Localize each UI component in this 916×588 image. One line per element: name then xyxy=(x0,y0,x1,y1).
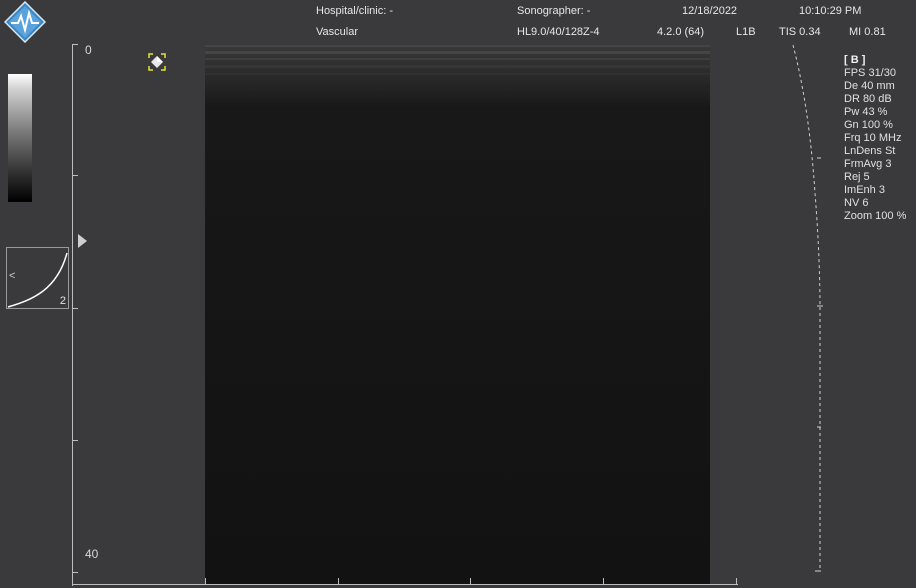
lateral-tick xyxy=(338,578,339,584)
lateral-tick xyxy=(205,578,206,584)
imaging-parameters: [ B ] FPS 31/30 De 40 mm DR 80 dB Pw 43 … xyxy=(844,54,906,223)
date-label: 12/18/2022 xyxy=(682,5,738,17)
probe-label: HL9.0/40/128Z-4 xyxy=(517,26,600,38)
depth-scale xyxy=(72,44,81,586)
heartbeat-logo-icon[interactable] xyxy=(4,1,46,43)
param-line: Pw 43 % xyxy=(844,106,888,118)
depth-label-bottom: 40 xyxy=(85,547,99,561)
grayscale-map-bar xyxy=(8,74,32,202)
focus-marker-icon[interactable] xyxy=(78,234,87,248)
depth-tick xyxy=(73,175,78,176)
param-line: Rej 5 xyxy=(844,171,870,183)
lateral-tick xyxy=(736,578,737,584)
curve-left-glyph: < xyxy=(9,270,16,282)
version-label: 4.2.0 (64) xyxy=(657,26,705,38)
mi-label: MI 0.81 xyxy=(849,26,886,38)
param-line: FPS 31/30 xyxy=(844,67,896,79)
sonographer-label: Sonographer: - xyxy=(517,5,591,17)
lateral-tick xyxy=(470,578,471,584)
param-line: DR 80 dB xyxy=(844,93,892,105)
tis-label: TIS 0.34 xyxy=(779,26,821,38)
gray-curve-icon xyxy=(7,252,68,308)
curve-number: 2 xyxy=(59,295,66,307)
lateral-tick xyxy=(603,578,604,584)
depth-tick xyxy=(73,440,78,441)
line-id-label: L1B xyxy=(736,26,756,38)
hospital-label: Hospital/clinic: - xyxy=(316,5,394,17)
probe-orientation-icon xyxy=(148,53,166,71)
ultrasound-image[interactable] xyxy=(205,43,710,585)
param-line: FrmAvg 3 xyxy=(844,158,892,170)
param-line: De 40 mm xyxy=(844,80,895,92)
status-bar: Hospital/clinic: - Sonographer: - 12/18/… xyxy=(0,0,916,43)
tgc-curve[interactable] xyxy=(785,43,830,583)
lateral-scale xyxy=(72,584,738,585)
gray-curve-box[interactable]: < 2 xyxy=(6,247,69,309)
depth-tick xyxy=(73,44,78,45)
time-label: 10:10:29 PM xyxy=(799,5,862,17)
param-line: ImEnh 3 xyxy=(844,184,885,196)
param-line: NV 6 xyxy=(844,197,869,209)
depth-tick xyxy=(73,308,78,309)
depth-tick xyxy=(73,572,78,573)
param-line: Gn 100 % xyxy=(844,119,893,131)
param-line: Zoom 100 % xyxy=(844,210,907,222)
param-line: LnDens St xyxy=(844,145,896,157)
ultrasound-texture xyxy=(205,43,710,585)
exam-preset: Vascular xyxy=(316,26,358,38)
depth-label-top: 0 xyxy=(85,43,92,57)
param-line: Frq 10 MHz xyxy=(844,132,902,144)
mode-label: [ B ] xyxy=(844,54,866,66)
